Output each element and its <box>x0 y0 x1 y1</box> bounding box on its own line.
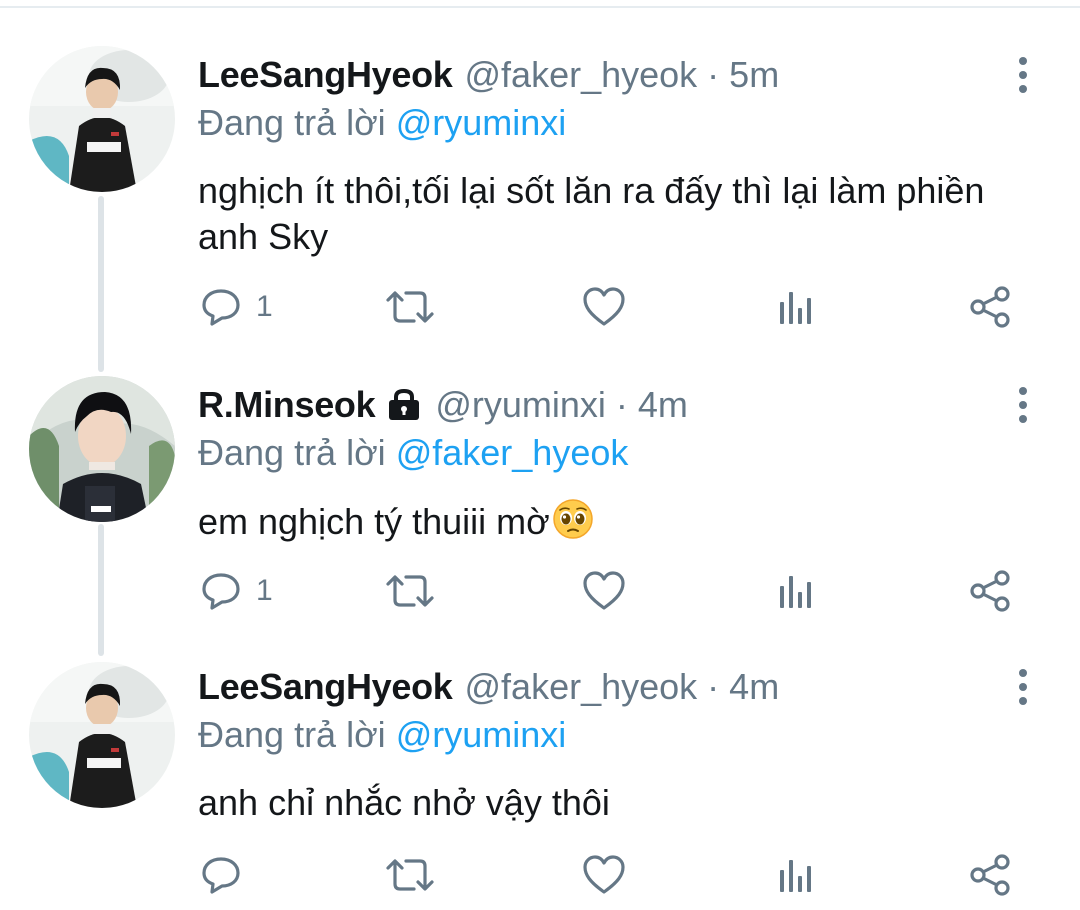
avatar[interactable] <box>29 376 175 522</box>
reply-button[interactable] <box>200 850 256 900</box>
reply-count: 1 <box>256 290 273 323</box>
like-button[interactable] <box>582 282 626 332</box>
more-options-button[interactable] <box>1008 664 1038 710</box>
share-button[interactable] <box>968 850 1012 900</box>
retweet-button[interactable] <box>384 566 436 616</box>
share-icon <box>970 854 1010 896</box>
lock-icon <box>385 388 423 422</box>
share-button[interactable] <box>968 566 1012 616</box>
more-vertical-icon <box>1019 669 1027 677</box>
separator: · <box>707 666 720 707</box>
speech-bubble-icon <box>202 573 240 610</box>
reply-to-link[interactable]: @faker_hyeok <box>396 432 629 473</box>
tweet-header: LeeSangHyeok @faker_hyeok · 4m <box>198 664 779 710</box>
avatar[interactable] <box>29 46 175 192</box>
tweet-text-content: em nghịch tý thuiii mờ <box>198 501 550 543</box>
reply-prefix: Đang trả lời <box>198 102 386 143</box>
retweet-icon <box>386 291 434 323</box>
more-options-button[interactable] <box>1008 52 1038 98</box>
tweet-text: em nghịch tý thuiii mờ <box>198 498 998 551</box>
separator: · <box>615 384 628 425</box>
display-name[interactable]: R.Minseok <box>198 384 376 426</box>
reply-context: Đang trả lời @ryuminxi <box>198 102 566 144</box>
reply-context: Đang trả lời @faker_hyeok <box>198 432 628 474</box>
reply-context: Đang trả lời @ryuminxi <box>198 714 566 756</box>
display-name[interactable]: LeeSangHyeok <box>198 54 453 96</box>
reply-button[interactable]: 1 <box>200 566 273 616</box>
avatar[interactable] <box>29 662 175 808</box>
tweet-actions: 1 <box>198 566 1038 616</box>
heart-icon <box>583 571 625 610</box>
like-button[interactable] <box>582 566 626 616</box>
user-handle[interactable]: @faker_hyeok <box>465 54 698 96</box>
reply-count: 1 <box>256 574 273 607</box>
tweet-header: LeeSangHyeok @faker_hyeok · 5m <box>198 52 779 98</box>
tweet-header: R.Minseok @ryuminxi · 4m <box>198 382 688 428</box>
retweet-button[interactable] <box>384 282 436 332</box>
reply-to-link[interactable]: @ryuminxi <box>396 102 567 143</box>
analytics-button[interactable] <box>776 850 816 900</box>
speech-bubble-icon <box>202 857 240 894</box>
analytics-button[interactable] <box>776 566 816 616</box>
tweet-actions: 1 <box>198 282 1038 332</box>
timestamp[interactable]: 4m <box>638 384 688 426</box>
pleading-face-emoji <box>552 498 594 551</box>
timestamp[interactable]: 4m <box>729 666 779 708</box>
tweet-text: anh chỉ nhắc nhở vậy thôi <box>198 782 610 823</box>
retweet-icon <box>386 859 434 891</box>
heart-icon <box>583 287 625 326</box>
reply-to-link[interactable]: @ryuminxi <box>396 714 567 755</box>
share-button[interactable] <box>968 282 1012 332</box>
user-handle[interactable]: @ryuminxi <box>435 384 606 426</box>
thread-connector <box>98 524 104 656</box>
retweet-icon <box>386 575 434 607</box>
separator: · <box>707 54 720 95</box>
more-options-button[interactable] <box>1008 382 1038 428</box>
more-vertical-icon <box>1019 387 1027 395</box>
reply-button[interactable]: 1 <box>200 282 273 332</box>
tweet-actions <box>198 850 1038 900</box>
speech-bubble-icon <box>202 289 240 326</box>
timestamp[interactable]: 5m <box>729 54 779 96</box>
share-icon <box>970 570 1010 612</box>
bar-chart-icon <box>780 860 811 892</box>
reply-prefix: Đang trả lời <box>198 432 386 473</box>
top-divider <box>0 0 1080 8</box>
more-vertical-icon <box>1019 57 1027 65</box>
user-handle[interactable]: @faker_hyeok <box>465 666 698 708</box>
analytics-button[interactable] <box>776 282 816 332</box>
reply-prefix: Đang trả lời <box>198 714 386 755</box>
bar-chart-icon <box>780 576 811 608</box>
heart-icon <box>583 855 625 894</box>
bar-chart-icon <box>780 292 811 324</box>
share-icon <box>970 286 1010 328</box>
retweet-button[interactable] <box>384 850 436 900</box>
tweet-text: nghịch ít thôi,tối lại sốt lăn ra đấy th… <box>198 170 985 257</box>
thread-connector <box>98 196 104 372</box>
display-name[interactable]: LeeSangHyeok <box>198 666 453 708</box>
like-button[interactable] <box>582 850 626 900</box>
